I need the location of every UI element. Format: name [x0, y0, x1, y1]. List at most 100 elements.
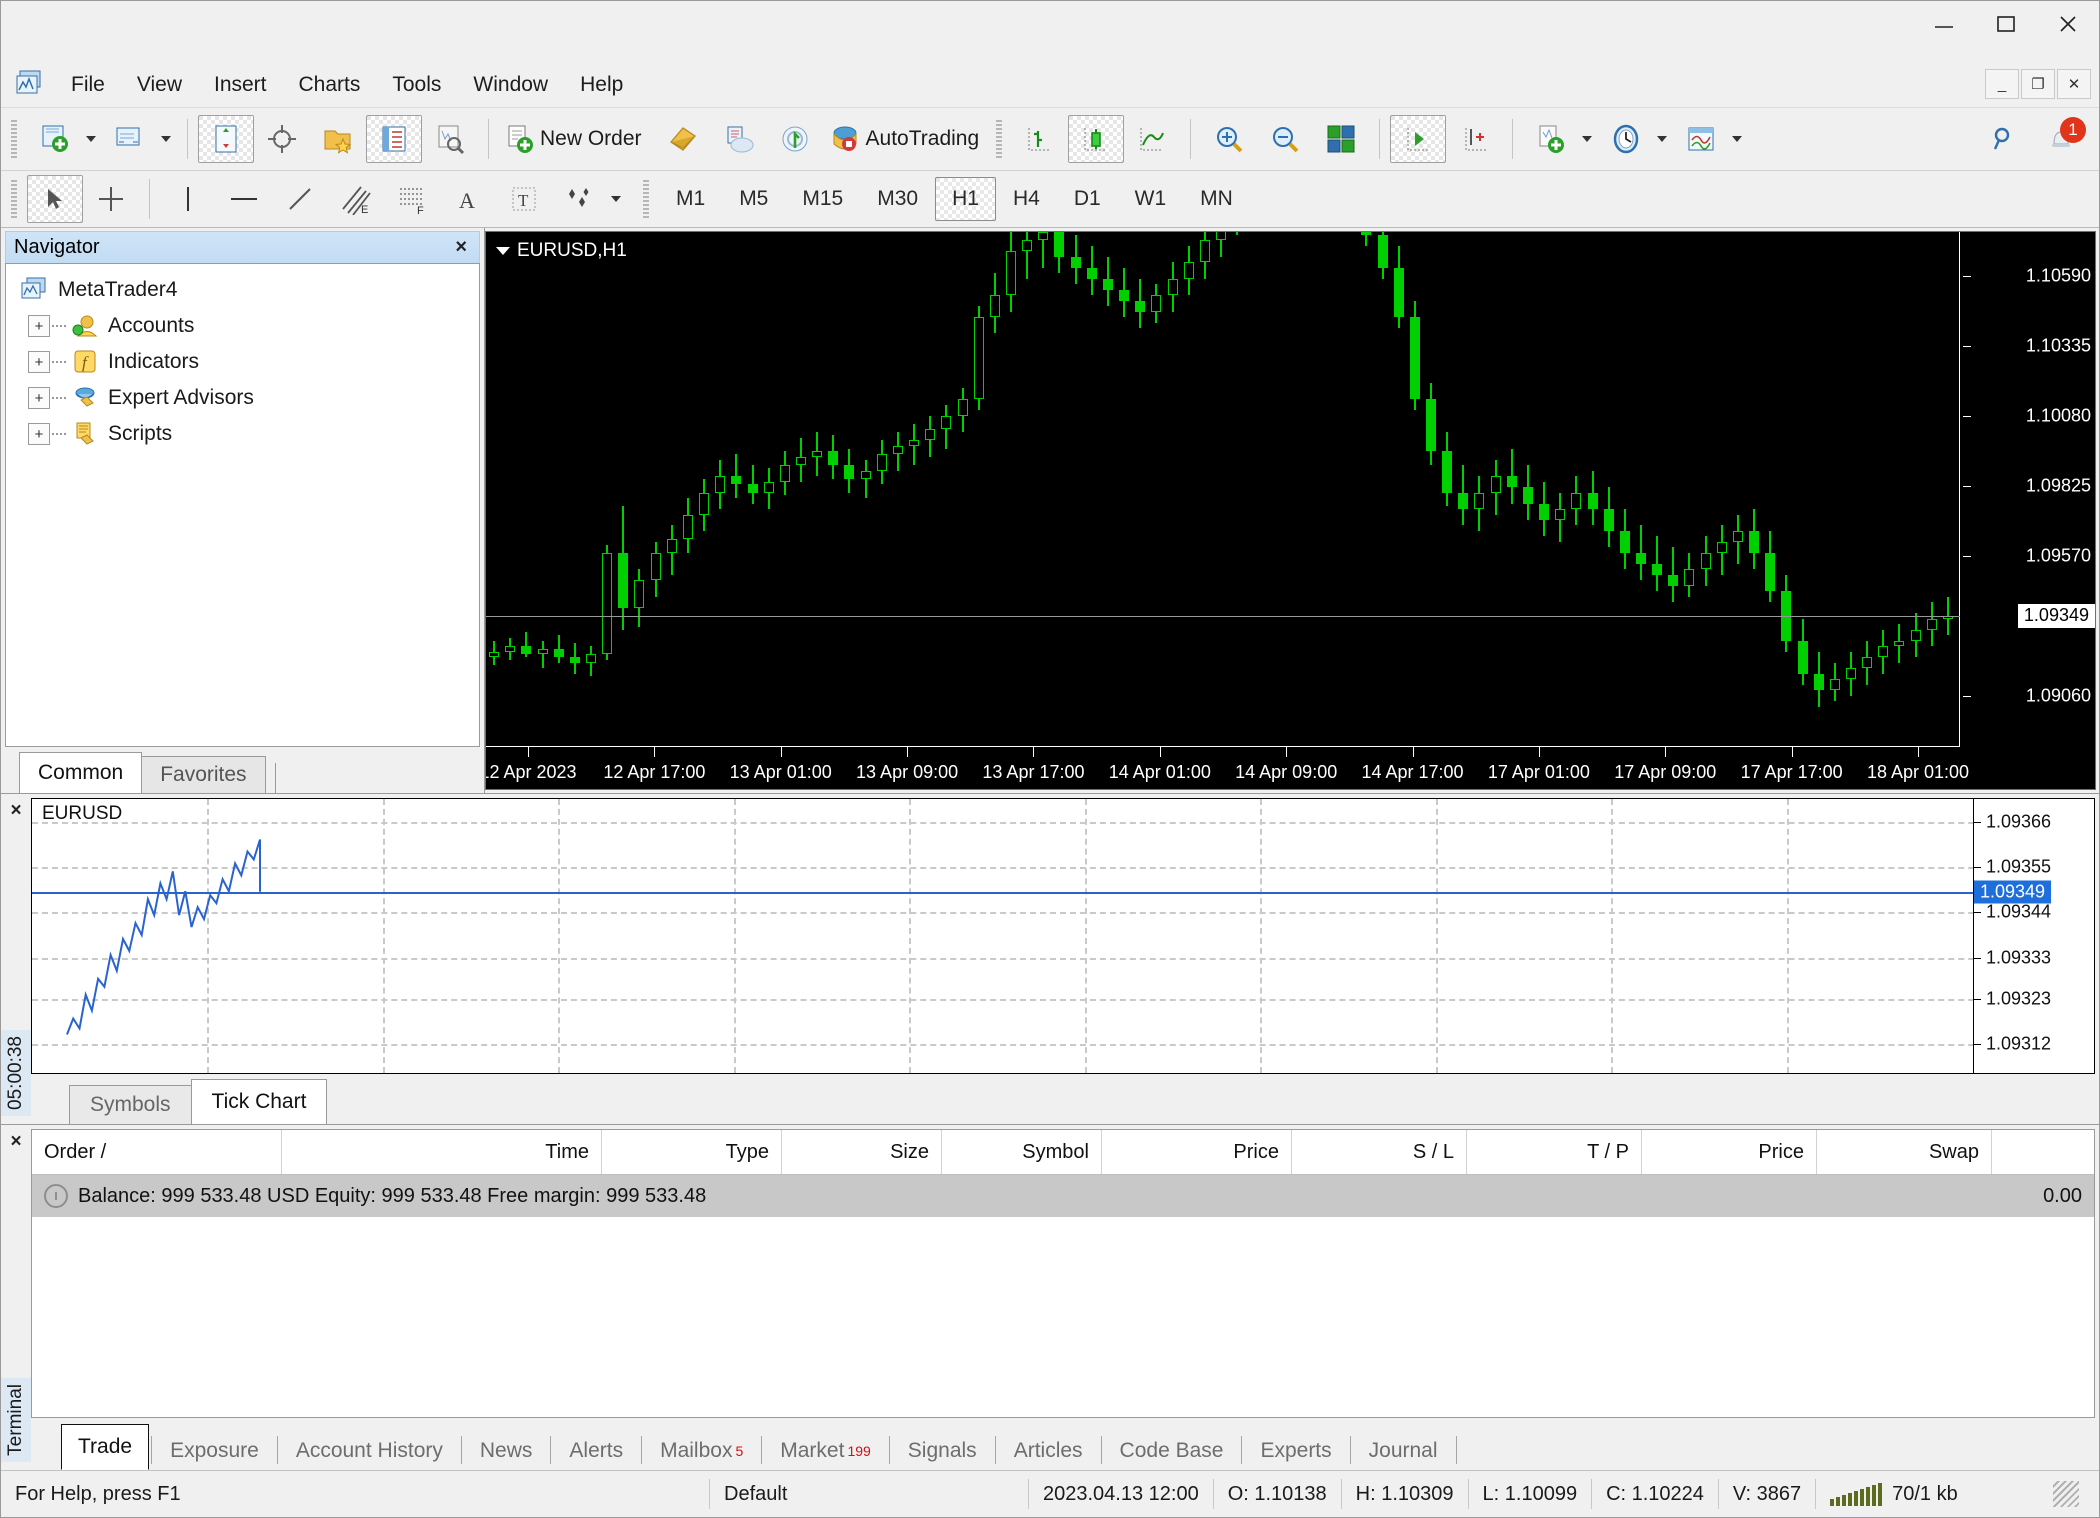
timeframe-w1[interactable]: W1 [1118, 177, 1184, 221]
terminal-tab-exposure[interactable]: Exposure [154, 1432, 275, 1470]
menu-help[interactable]: Help [564, 68, 639, 101]
terminal-tab-mailbox[interactable]: Mailbox5 [644, 1432, 759, 1470]
menu-view[interactable]: View [121, 68, 198, 101]
tab-common[interactable]: Common [19, 752, 142, 793]
new-chart-dropdown-icon[interactable] [86, 136, 96, 142]
tick-chart[interactable]: EURUSD 1.093661.093551.093441.093331.093… [31, 798, 2095, 1074]
table-column-header[interactable]: Type [602, 1130, 782, 1174]
maximize-icon[interactable] [1975, 1, 2037, 45]
restore-doc-icon[interactable]: ❐ [2021, 69, 2055, 99]
table-column-header[interactable]: Price [1102, 1130, 1292, 1174]
auto-scroll-icon[interactable] [1390, 115, 1446, 163]
chart-shift-icon[interactable] [1446, 115, 1502, 163]
new-order-button[interactable]: New Order [499, 115, 655, 163]
sidebar-item-expert-advisors[interactable]: + Expert Advisors [20, 380, 479, 416]
table-column-header[interactable]: Time [282, 1130, 602, 1174]
timeframe-mn[interactable]: MN [1183, 177, 1250, 221]
timeframe-m1[interactable]: M1 [659, 177, 722, 221]
profiles-dropdown-icon[interactable] [161, 136, 171, 142]
terminal-close-icon[interactable]: × [10, 1131, 21, 1153]
terminal-tab-account-history[interactable]: Account History [280, 1432, 459, 1470]
tab-favorites[interactable]: Favorites [141, 756, 265, 793]
window-resize-grip[interactable] [2053, 1481, 2079, 1507]
data-window-icon[interactable] [254, 115, 310, 163]
table-column-header[interactable]: Size [782, 1130, 942, 1174]
timeframe-d1[interactable]: D1 [1057, 177, 1118, 221]
navigator-icon[interactable] [310, 115, 366, 163]
mql5-community-icon[interactable] [711, 115, 767, 163]
expand-indicators-icon[interactable]: + [28, 351, 50, 373]
menu-insert[interactable]: Insert [198, 68, 283, 101]
bar-chart-icon[interactable] [1012, 115, 1068, 163]
timeframe-h4[interactable]: H4 [996, 177, 1057, 221]
menu-charts[interactable]: Charts [283, 68, 377, 101]
terminal-tab-market[interactable]: Market199 [764, 1432, 887, 1470]
toolbar-grip[interactable] [9, 120, 19, 158]
indicators-dropdown-icon[interactable] [1582, 136, 1592, 142]
table-column-header[interactable]: Order / [32, 1130, 282, 1174]
expand-scripts-icon[interactable]: + [28, 423, 50, 445]
vertical-line-icon[interactable] [160, 175, 216, 223]
expand-accounts-icon[interactable]: + [28, 315, 50, 337]
tree-root-metatrader4[interactable]: MetaTrader4 [20, 272, 479, 308]
tab-tick-chart[interactable]: Tick Chart [191, 1079, 328, 1124]
candlestick-chart-icon[interactable] [1068, 115, 1124, 163]
menu-window[interactable]: Window [457, 68, 564, 101]
horizontal-line-icon[interactable] [216, 175, 272, 223]
timeframe-m15[interactable]: M15 [785, 177, 860, 221]
sidebar-item-scripts[interactable]: + Scripts [20, 416, 479, 452]
market-watch-close-icon[interactable]: × [10, 800, 21, 822]
tab-symbols[interactable]: Symbols [69, 1085, 192, 1124]
timeframe-grip[interactable] [641, 180, 651, 218]
fibonacci-retracement-icon[interactable]: F [384, 175, 440, 223]
menu-file[interactable]: File [55, 68, 121, 101]
sidebar-item-accounts[interactable]: + Accounts [20, 308, 479, 344]
chart-toolbar-grip[interactable] [994, 120, 1004, 158]
terminal-tab-experts[interactable]: Experts [1244, 1432, 1347, 1470]
timeframe-h1[interactable]: H1 [935, 177, 996, 221]
chart-time-axis[interactable]: 12 Apr 202312 Apr 17:0013 Apr 01:0013 Ap… [486, 747, 2095, 789]
text-label-icon[interactable]: T [496, 175, 552, 223]
trendline-icon[interactable] [272, 175, 328, 223]
terminal-icon[interactable] [366, 115, 422, 163]
shapes-icon[interactable] [552, 175, 608, 223]
expand-expert-advisors-icon[interactable]: + [28, 387, 50, 409]
navigator-close-icon[interactable]: × [451, 236, 471, 259]
autotrading-button[interactable]: AutoTrading [823, 115, 993, 163]
cursor-icon[interactable] [27, 175, 83, 223]
zoom-in-icon[interactable] [1201, 115, 1257, 163]
terminal-tab-alerts[interactable]: Alerts [553, 1432, 639, 1470]
metaeditor-icon[interactable] [655, 115, 711, 163]
line-chart-icon[interactable] [1124, 115, 1180, 163]
periods-dropdown-icon[interactable] [1657, 136, 1667, 142]
profiles-icon[interactable] [102, 115, 158, 163]
zoom-out-icon[interactable] [1257, 115, 1313, 163]
signals-icon[interactable] [767, 115, 823, 163]
table-column-header[interactable]: Swap [1817, 1130, 1992, 1174]
terminal-tab-journal[interactable]: Journal [1353, 1432, 1454, 1470]
menu-tools[interactable]: Tools [376, 68, 457, 101]
timeframe-m30[interactable]: M30 [860, 177, 935, 221]
alerts-bell-icon[interactable]: 1 [2033, 115, 2089, 163]
strategy-tester-icon[interactable] [422, 115, 478, 163]
timeframe-m5[interactable]: M5 [722, 177, 785, 221]
balance-row[interactable]: Balance: 999 533.48 USD Equity: 999 533.… [32, 1175, 2094, 1217]
templates-dropdown-icon[interactable] [1732, 136, 1742, 142]
market-watch-icon[interactable] [198, 115, 254, 163]
status-profile[interactable]: Default [709, 1479, 1028, 1509]
sidebar-item-indicators[interactable]: + f Indicators [20, 344, 479, 380]
table-column-header[interactable]: Profit [1992, 1130, 2100, 1174]
chart-menu-chevron-icon[interactable] [496, 247, 510, 255]
equidistant-channel-icon[interactable]: E [328, 175, 384, 223]
terminal-tab-articles[interactable]: Articles [998, 1432, 1099, 1470]
templates-icon[interactable] [1673, 115, 1729, 163]
periods-icon[interactable] [1598, 115, 1654, 163]
indicators-icon[interactable] [1523, 115, 1579, 163]
chart-window[interactable]: EURUSD,H1 1.105901.103351.100801.098251.… [485, 231, 2096, 790]
shapes-dropdown-icon[interactable] [611, 196, 621, 202]
linestudies-grip[interactable] [9, 180, 19, 218]
search-icon[interactable] [1977, 115, 2033, 163]
table-column-header[interactable]: T / P [1467, 1130, 1642, 1174]
table-column-header[interactable]: Symbol [942, 1130, 1102, 1174]
chart-price-axis[interactable]: 1.105901.103351.100801.098251.095701.090… [1960, 232, 2095, 789]
